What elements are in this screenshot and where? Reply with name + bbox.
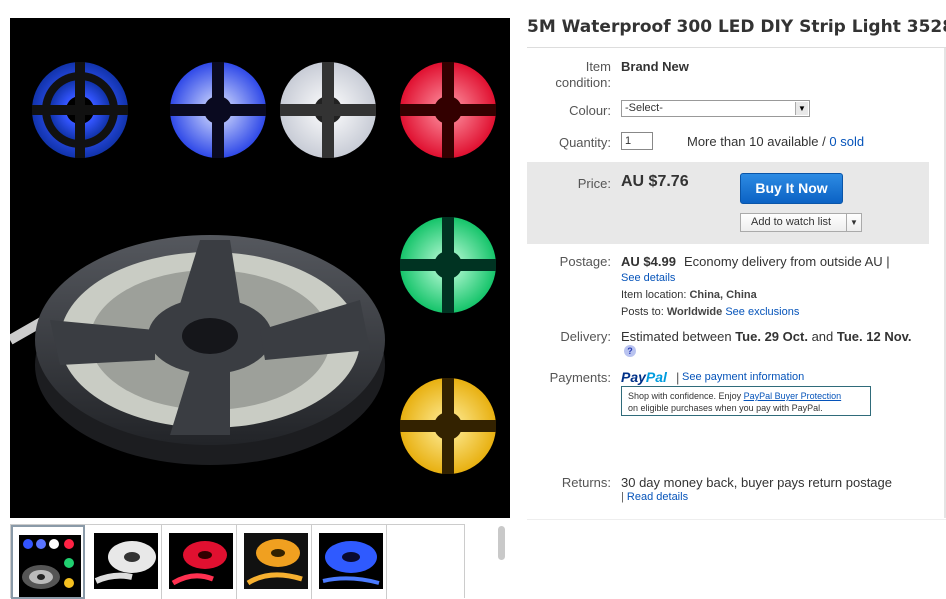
payments-separator: | [676,370,680,385]
watch-list-label: Add to watch list [751,216,832,228]
colour-label: Colour: [569,103,611,118]
chevron-down-icon[interactable]: ▼ [850,214,858,231]
thumbnail-3[interactable] [163,525,237,599]
item-title: 5M Waterproof 300 LED DIY Strip Light 35… [527,17,946,37]
reel-green [400,217,496,313]
delivery-from: Tue. 29 Oct. [735,329,808,344]
thumbnail-1[interactable] [11,525,85,599]
buy-it-now-button[interactable]: Buy It Now [740,173,843,204]
quantity-label: Quantity: [558,135,611,150]
main-product-image[interactable] [10,18,510,518]
see-exclusions-link[interactable]: See exclusions [725,306,799,318]
colour-selected-value: -Select- [625,102,663,114]
colour-select[interactable]: -Select- ▼ [621,100,810,117]
reel-yellow [400,378,496,474]
thumbnail-scrollbar[interactable] [497,524,507,598]
location-label: Item location: [621,289,687,301]
payment-info-link[interactable]: See payment information [682,371,804,383]
led-strip-photo [10,18,510,518]
returns-label: Returns: [561,475,611,490]
paypal-logo-pal: Pal [645,369,667,385]
delivery-to: Tue. 12 Nov. [836,329,912,344]
see-details-link[interactable]: See details [621,272,675,284]
thumbnail-strip [10,524,465,599]
question-mark-icon[interactable]: ? [624,345,636,357]
watch-divider [846,214,847,231]
thumbnail-2[interactable] [88,525,162,599]
delivery-prefix: Estimated between [621,329,732,344]
payments-label: Payments: [549,370,611,385]
title-divider [527,47,946,48]
returns-policy: 30 day money back, buyer pays return pos… [621,475,892,490]
delivery-estimate: Estimated between Tue. 29 Oct. and Tue. … [621,329,912,344]
posts-to-label: Posts to: [621,306,664,318]
reel-white [280,62,376,158]
delivery-label: Delivery: [560,329,611,344]
posts-to: Posts to: Worldwide See exclusions [621,306,799,318]
returns-separator: | [621,491,624,503]
read-details-link[interactable]: Read details [627,491,688,503]
quantity-input[interactable]: 1 [621,132,653,150]
thumbnail-5[interactable] [313,525,387,599]
thumbnail-4[interactable] [238,525,312,599]
condition-value: Brand New [621,59,689,74]
chevron-down-icon[interactable]: ▼ [795,102,808,115]
thumbnail-empty [388,525,462,599]
price-label: Price: [577,176,611,191]
postage-price: AU $4.99 [621,254,676,269]
paypal-logo: PayPal [621,369,667,385]
paypal-protection-box: Shop with confidence. Enjoy PayPal Buyer… [621,386,871,416]
paypal-logo-pay: Pay [621,369,646,385]
delivery-and: and [811,329,834,344]
availability: More than 10 available / 0 sold [687,134,864,149]
reel-red [400,62,496,158]
details-divider [527,519,946,520]
sold-link[interactable]: 0 sold [829,134,864,149]
posts-to-value: Worldwide [666,306,723,318]
condition-label: Item condition: [555,59,611,90]
price-box [527,162,929,244]
postage-label: Postage: [559,254,611,269]
scrollbar-thumb[interactable] [498,526,505,560]
reel-blue [170,62,266,158]
protection-line2: on eligible purchases when you pay with … [628,403,823,413]
add-to-watch-list-button[interactable]: Add to watch list ▼ [740,213,862,232]
location-value: China, China [689,289,757,301]
protection-prefix: Shop with confidence. Enjoy [628,391,742,401]
reel-multicolor [32,62,128,158]
returns-details: | Read details [621,491,688,503]
price-value: AU $7.76 [621,173,689,190]
buyer-protection-link[interactable]: PayPal Buyer Protection [744,391,842,401]
postage-description: Economy delivery from outside AU | [684,254,890,269]
available-text: More than 10 available / [687,134,826,149]
item-location: Item location: China, China [621,289,757,301]
